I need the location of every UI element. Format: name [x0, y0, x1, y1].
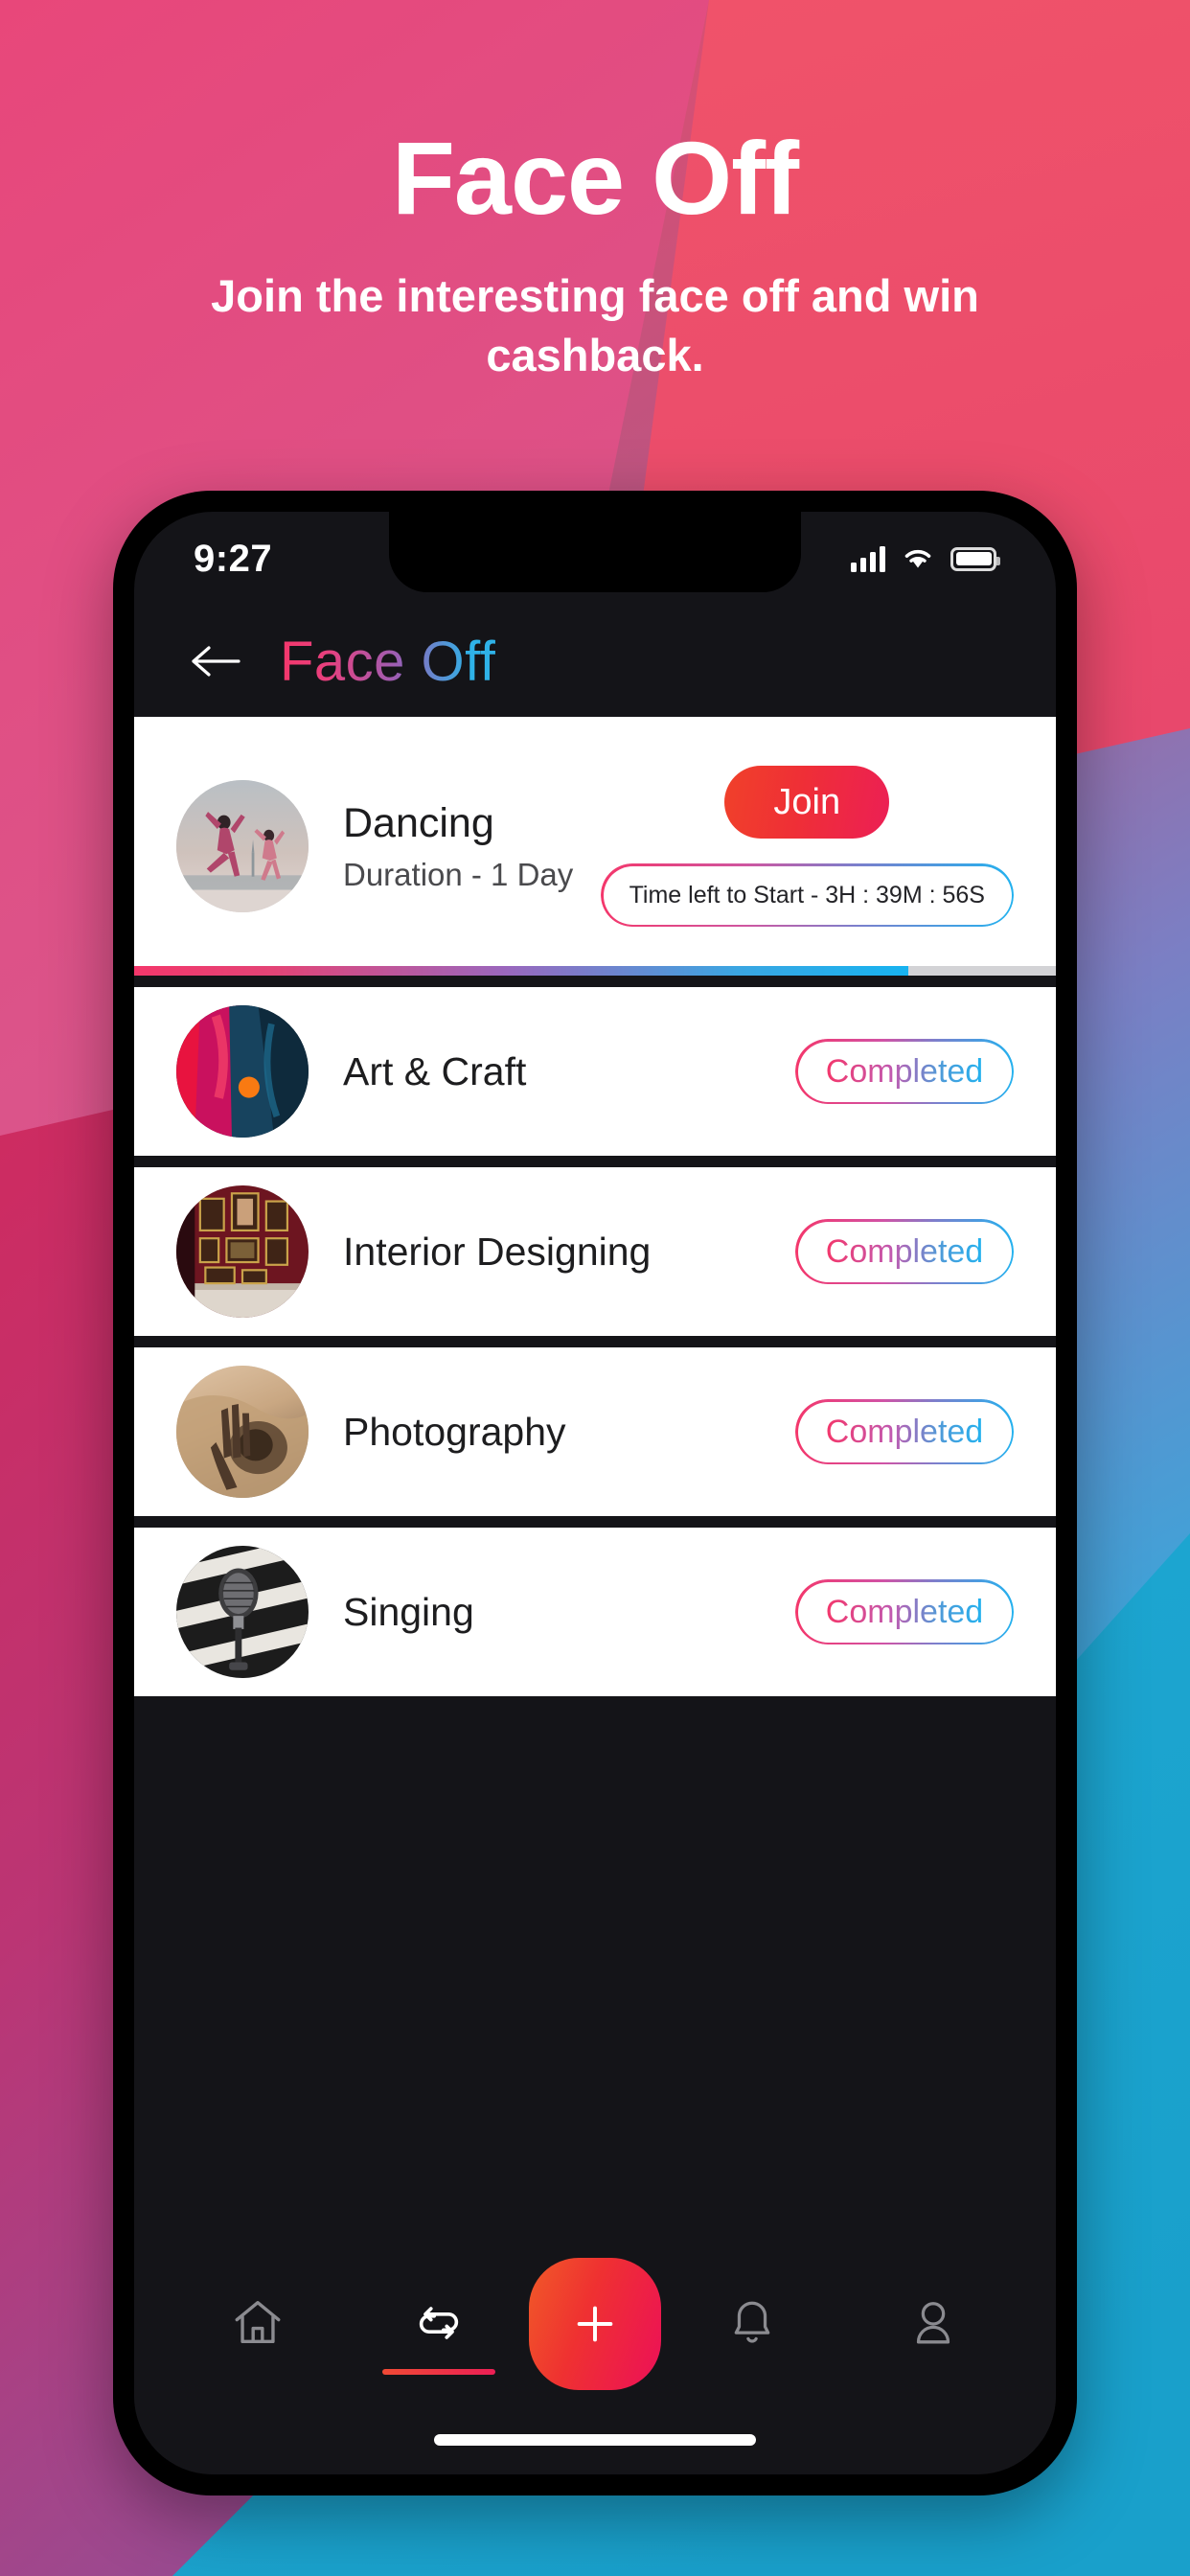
- face-off-list: Dancing Duration - 1 Day Join Time left …: [134, 717, 1056, 2252]
- back-arrow-icon[interactable]: [188, 640, 243, 682]
- page-title: Face Off: [280, 630, 496, 693]
- card-title: Art & Craft: [343, 1048, 527, 1093]
- face-off-card[interactable]: Photography Completed: [134, 1347, 1056, 1516]
- progress-fill: [134, 966, 909, 976]
- wifi-icon: [904, 549, 931, 568]
- card-title: Dancing: [343, 799, 494, 846]
- status-badge-label: Completed: [825, 1593, 984, 1630]
- status-badge-label: Completed: [825, 1232, 984, 1270]
- home-icon: [235, 2301, 280, 2344]
- promo-subtitle: Join the interesting face off and win ca…: [211, 270, 979, 381]
- card-title: Interior Designing: [343, 1229, 652, 1274]
- face-off-card[interactable]: Interior Designing Completed: [134, 1167, 1056, 1336]
- home-indicator: [434, 2434, 756, 2446]
- battery-icon: [950, 546, 1000, 571]
- empty-list-area: [134, 1708, 1056, 2252]
- art-craft-avatar: [176, 1005, 309, 1138]
- status-badge-label: Completed: [825, 1052, 984, 1090]
- plus-icon: [577, 2306, 613, 2342]
- face-off-card-featured[interactable]: Dancing Duration - 1 Day Join Time left …: [134, 717, 1056, 976]
- status-badge[interactable]: Completed: [795, 1579, 1014, 1644]
- person-icon: [916, 2302, 950, 2344]
- bell-icon: [734, 2301, 769, 2343]
- status-badge[interactable]: Completed: [795, 1399, 1014, 1464]
- status-bar: 9:27: [134, 512, 1056, 606]
- face-off-card[interactable]: Singing Completed: [134, 1528, 1056, 1696]
- sidebar-item-home[interactable]: [167, 2252, 348, 2394]
- signal-bars-icon: [851, 545, 885, 572]
- sidebar-item-profile[interactable]: [842, 2252, 1023, 2394]
- sidebar-item-face-off[interactable]: [348, 2252, 529, 2394]
- status-bar-icons: [851, 545, 1000, 572]
- active-tab-indicator: [381, 2369, 495, 2375]
- card-texts: Singing: [343, 1589, 795, 1635]
- status-badge[interactable]: Completed: [795, 1039, 1014, 1104]
- card-title: Singing: [343, 1589, 474, 1634]
- card-duration: Duration - 1 Day: [343, 857, 574, 893]
- join-button[interactable]: Join: [724, 766, 890, 839]
- singing-avatar: [176, 1546, 309, 1678]
- card-texts: Interior Designing: [343, 1229, 795, 1275]
- promo-title: Face Off: [391, 120, 799, 236]
- add-button[interactable]: [529, 2258, 661, 2390]
- status-bar-time: 9:27: [194, 537, 273, 580]
- phone-screen: 9:27 Face Off Dancing Duration - 1 Day J…: [134, 512, 1056, 2474]
- sidebar-item-notifications[interactable]: [661, 2252, 842, 2394]
- photography-avatar: [176, 1366, 309, 1498]
- card-title: Photography: [343, 1409, 566, 1454]
- promo-header: Face Off Join the interesting face off a…: [0, 0, 1190, 460]
- interior-design-avatar: [176, 1185, 309, 1318]
- bottom-tab-bar: [134, 2252, 1056, 2474]
- swap-icon: [419, 2307, 458, 2339]
- countdown-label: Time left to Start - 3H : 39M : 56S: [629, 881, 985, 908]
- face-off-card[interactable]: Art & Craft Completed: [134, 987, 1056, 1156]
- phone-mockup: 9:27 Face Off Dancing Duration - 1 Day J…: [113, 491, 1077, 2496]
- progress-track: [134, 966, 1056, 976]
- card-texts: Photography: [343, 1409, 795, 1455]
- status-badge-label: Completed: [825, 1413, 984, 1450]
- dancing-avatar: [176, 780, 309, 912]
- card-texts: Art & Craft: [343, 1048, 795, 1094]
- status-badge[interactable]: Completed: [795, 1219, 1014, 1284]
- card-texts: Dancing Duration - 1 Day: [343, 799, 601, 894]
- card-actions: Join Time left to Start - 3H : 39M : 56S: [600, 766, 1014, 927]
- countdown-pill: Time left to Start - 3H : 39M : 56S: [600, 863, 1014, 927]
- nav-bar: Face Off: [134, 606, 1056, 717]
